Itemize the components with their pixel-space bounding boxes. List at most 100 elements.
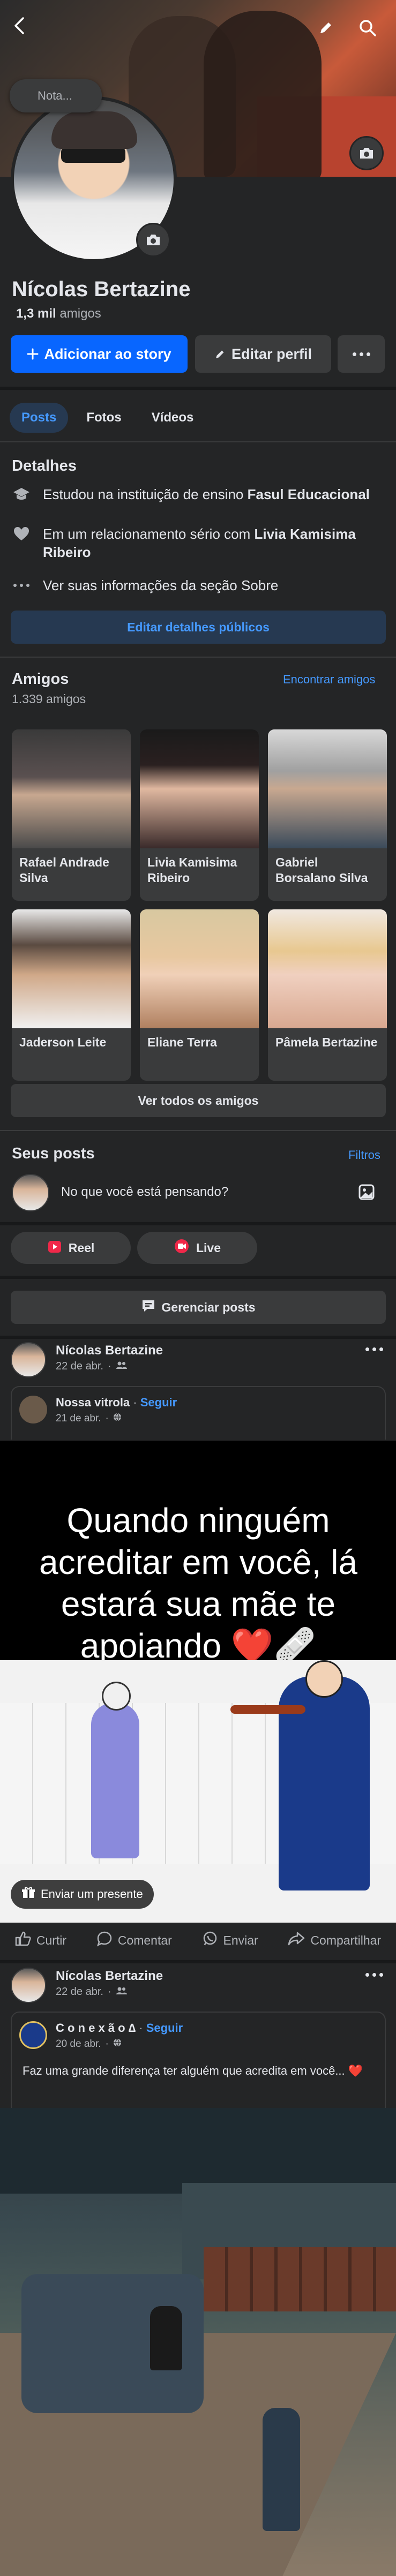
divider [0, 1222, 396, 1225]
tab-posts[interactable]: Posts [10, 403, 69, 433]
manage-posts-icon [141, 1299, 156, 1316]
profile-tabs: Posts Fotos Vídeos [10, 403, 205, 433]
plus-icon [27, 348, 39, 360]
shared-page-name[interactable]: Nossa vitrola [56, 1396, 130, 1409]
edit-pencil-icon[interactable] [314, 16, 338, 40]
friends-count[interactable]: 1,3 mil amigos [16, 306, 101, 321]
friend-card[interactable]: Rafael Andrade Silva [12, 729, 131, 901]
see-all-friends-button[interactable]: Ver todos os amigos [11, 1084, 386, 1117]
edit-public-details-button[interactable]: Editar detalhes públicos [11, 611, 386, 644]
search-icon[interactable] [356, 16, 379, 40]
friend-name: Livia Kamisima Ribeiro [147, 855, 237, 885]
education-place[interactable]: Fasul Educacional [248, 486, 370, 502]
tab-photos[interactable]: Fotos [74, 403, 133, 433]
post-date[interactable]: 22 de abr. [56, 1360, 103, 1373]
live-label: Live [196, 1240, 221, 1255]
more-options-button[interactable] [338, 335, 385, 373]
shared-post-meta: 20 de abr. · [56, 2038, 122, 2050]
like-label: Curtir [36, 1933, 67, 1947]
composer-input[interactable]: No que você está pensando? [61, 1185, 228, 1200]
divider [0, 1130, 396, 1131]
back-icon[interactable] [8, 14, 31, 37]
post-menu-icon[interactable] [365, 1973, 383, 1977]
shared-page-avatar[interactable] [19, 1396, 47, 1423]
reel-icon [47, 1239, 62, 1257]
globe-icon [113, 1413, 122, 1425]
your-posts-title: Seus posts [12, 1145, 95, 1162]
add-story-button[interactable]: Adicionar ao story [11, 335, 188, 373]
follow-link[interactable]: Seguir [140, 1396, 177, 1409]
reel-button[interactable]: Reel [11, 1232, 131, 1264]
post-menu-icon[interactable] [365, 1347, 383, 1351]
illustration-mother [91, 1703, 139, 1858]
share-label: Compartilhar [310, 1933, 382, 1947]
avatar-camera-icon[interactable] [136, 223, 170, 257]
post-author-avatar[interactable] [11, 1968, 46, 2003]
friend-card[interactable]: Livia Kamisima Ribeiro [140, 729, 259, 901]
friends-grid: Rafael Andrade Silva Livia Kamisima Ribe… [12, 729, 387, 1081]
more-dots-icon [352, 352, 370, 356]
cover-camera-icon[interactable] [349, 136, 384, 170]
post-author-avatar[interactable] [11, 1342, 46, 1377]
shared-page-avatar[interactable] [19, 2021, 47, 2049]
friend-card[interactable]: Gabriel Borsalano Silva [268, 729, 387, 901]
edit-profile-button[interactable]: Editar perfil [195, 335, 331, 373]
photo-icon[interactable] [358, 1184, 375, 1203]
illustration-man [150, 2306, 182, 2370]
more-dots-icon [12, 576, 31, 594]
filters-link[interactable]: Filtros [348, 1148, 380, 1162]
detail-relationship: Em um relacionamento sério com Livia Kam… [12, 525, 387, 561]
friends-audience-icon [116, 1986, 128, 1998]
friends-total: 1.339 amigos [12, 692, 86, 706]
post-author-name[interactable]: Nícolas Bertazine [56, 1969, 163, 1984]
friend-card[interactable]: Pâmela Bertazine [268, 909, 387, 1081]
live-button[interactable]: Live [137, 1232, 257, 1264]
live-icon [174, 1238, 190, 1257]
send-gift-button[interactable]: Enviar um presente [11, 1880, 154, 1909]
divider [0, 441, 396, 442]
friend-photo [12, 909, 131, 1028]
note-bubble[interactable]: Nota... [10, 79, 102, 112]
divider [0, 657, 396, 658]
manage-posts-button[interactable]: Gerenciar posts [11, 1291, 386, 1324]
detail-education: Estudou na instituição de ensino Fasul E… [12, 485, 387, 503]
post-meta: 22 de abr. · [56, 1986, 128, 1998]
post-image[interactable]: Quando ninguém acreditar em você, lá est… [0, 1441, 396, 1923]
comment-label: Comentar [117, 1933, 172, 1947]
heart-icon [12, 525, 31, 543]
pencil-icon [214, 348, 226, 360]
illustration-mother-head [102, 1682, 131, 1711]
hair [51, 111, 137, 149]
detail-see-more[interactable]: Ver suas informações da seção Sobre [12, 576, 387, 594]
friend-card[interactable]: Eliane Terra [140, 909, 259, 1081]
illustration-woman [263, 2408, 300, 2531]
illustration-violin [230, 1705, 305, 1714]
comment-button[interactable]: Comentar [96, 1931, 172, 1950]
friend-photo [268, 729, 387, 848]
friends-audience-icon [116, 1360, 128, 1373]
composer-avatar[interactable] [12, 1174, 49, 1211]
share-button[interactable]: Compartilhar [288, 1931, 381, 1949]
post-meta: 22 de abr. · [56, 1360, 128, 1373]
post-image[interactable] [0, 2108, 396, 2576]
post-actions-bar: Curtir Comentar Enviar Compartilhar [0, 1924, 396, 1957]
post-date[interactable]: 22 de abr. [56, 1986, 103, 1998]
post-image-caption: Quando ninguém acreditar em você, lá est… [39, 1501, 358, 1665]
like-button[interactable]: Curtir [15, 1931, 66, 1949]
divider [0, 1960, 396, 1963]
education-prefix: Estudou na instituição de ensino [43, 486, 248, 502]
follow-link[interactable]: Seguir [146, 2021, 183, 2035]
tab-videos[interactable]: Vídeos [140, 403, 206, 433]
friend-photo [12, 729, 131, 848]
shared-page-name[interactable]: C o n e x ã o ∆ [56, 2021, 136, 2035]
send-button[interactable]: Enviar [202, 1931, 258, 1950]
friend-card[interactable]: Jaderson Leite [12, 909, 131, 1081]
details-title: Detalhes [12, 457, 77, 474]
friend-name: Rafael Andrade Silva [19, 855, 109, 885]
post-author-name[interactable]: Nícolas Bertazine [56, 1343, 163, 1358]
share-icon [288, 1931, 305, 1949]
see-about-label: Ver suas informações da seção Sobre [43, 577, 279, 593]
find-friends-link[interactable]: Encontrar amigos [283, 673, 375, 687]
illustration-sky [0, 2108, 396, 2194]
note-placeholder: Nota... [38, 89, 72, 102]
